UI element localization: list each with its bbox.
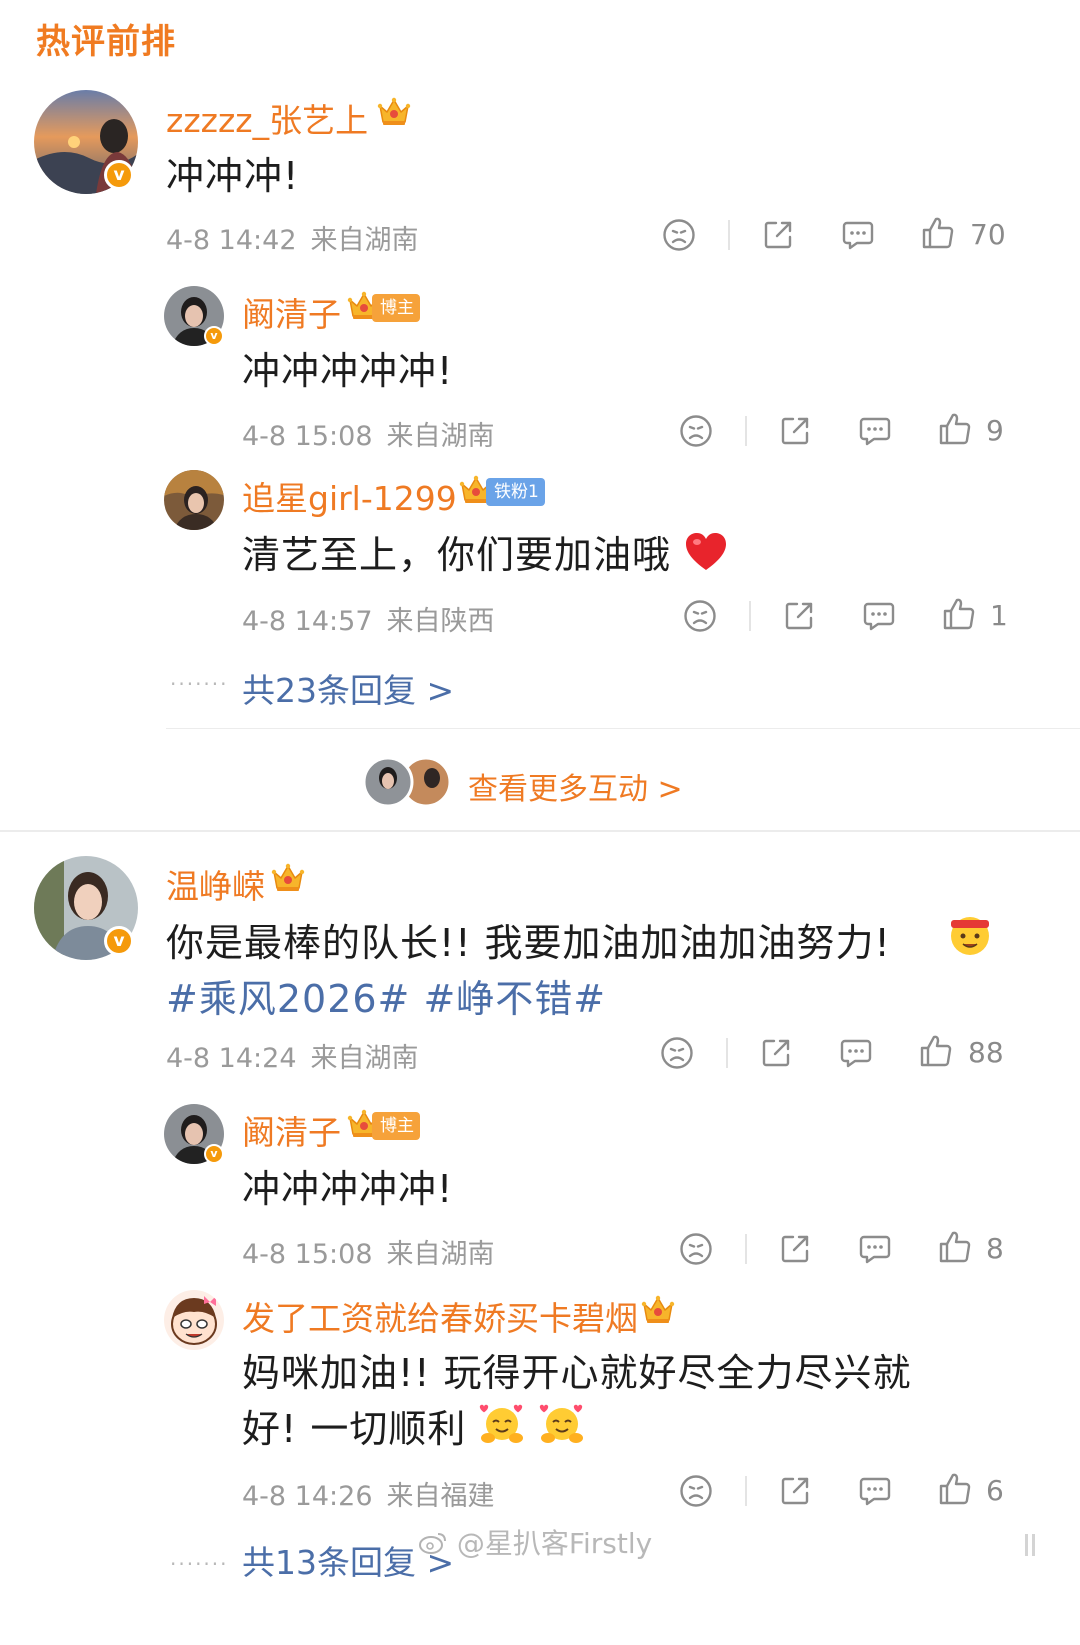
username[interactable]: 阚清子	[242, 288, 341, 336]
dots-separator: ·······	[170, 672, 229, 696]
dots-separator: ·······	[170, 1552, 229, 1576]
sad-face-icon[interactable]	[659, 1035, 695, 1071]
like-count: 1	[990, 599, 1008, 632]
blogger-badge: 博主	[372, 1112, 420, 1140]
comment-icon[interactable]	[840, 217, 876, 253]
weibo-logo-icon	[419, 1533, 446, 1554]
comment-location: 来自福建	[386, 1481, 495, 1512]
watermark: @星扒客Firstly	[418, 1522, 652, 1562]
like-count: 8	[986, 1232, 1004, 1265]
like-count: 70	[970, 218, 1006, 251]
comment-text: 冲冲冲冲冲!	[242, 1167, 454, 1211]
comment-time: 4-8 15:08	[242, 1239, 373, 1270]
red-heart-icon	[686, 533, 727, 570]
comment-text-line2: 好! 一切顺利	[242, 1398, 585, 1453]
comment-meta: 4-8 14:24 来自湖南	[166, 1036, 419, 1075]
comment-location: 来自陕西	[386, 606, 495, 637]
divider	[728, 220, 730, 250]
divider	[749, 601, 751, 631]
comment-time: 4-8 14:42	[166, 225, 297, 256]
divider	[745, 1234, 747, 1264]
like-count: 6	[986, 1474, 1004, 1507]
share-icon[interactable]	[777, 413, 813, 449]
comment-time: 4-8 15:08	[242, 421, 373, 452]
sad-face-icon[interactable]	[678, 1473, 714, 1509]
crown-icon	[376, 96, 412, 128]
comment-meta: 4-8 14:26 来自福建	[242, 1474, 495, 1513]
comment-text: 冲冲冲!	[166, 154, 300, 198]
comment-meta: 4-8 15:08 来自湖南	[242, 414, 495, 453]
share-icon[interactable]	[758, 1035, 794, 1071]
view-replies-link[interactable]: 共23条回复 >	[242, 664, 454, 712]
username[interactable]: 阚清子	[242, 1106, 341, 1154]
like-icon[interactable]	[937, 411, 973, 447]
divider	[166, 728, 1080, 729]
divider	[726, 1038, 728, 1068]
section-divider	[0, 830, 1080, 832]
comment-meta: 4-8 14:42 来自湖南	[166, 218, 419, 257]
hug-emoji-icon	[480, 1404, 524, 1443]
username[interactable]: 追星girl-1299	[242, 472, 457, 520]
comment-text: 冲冲冲冲冲!	[242, 349, 454, 393]
share-icon[interactable]	[777, 1231, 813, 1267]
verified-badge-icon: v	[204, 1144, 224, 1164]
like-icon[interactable]	[941, 596, 977, 632]
view-more-interactions-link[interactable]: 查看更多互动 >	[468, 764, 683, 808]
comment-text: 妈咪加油!! 玩得开心就好尽全力尽兴就	[242, 1351, 912, 1395]
comment-icon[interactable]	[857, 413, 893, 449]
blogger-badge: 博主	[372, 294, 420, 322]
comment-time: 4-8 14:26	[242, 1481, 373, 1512]
avatar[interactable]	[164, 1290, 224, 1350]
like-count: 9	[986, 414, 1004, 447]
comment-time: 4-8 14:57	[242, 606, 373, 637]
like-icon[interactable]	[918, 1033, 954, 1069]
like-icon[interactable]	[937, 1229, 973, 1265]
comment-meta: 4-8 14:57 来自陕西	[242, 599, 495, 638]
divider	[745, 1476, 747, 1506]
crown-icon	[270, 862, 306, 894]
sad-face-icon[interactable]	[661, 217, 697, 253]
comment-location: 来自湖南	[386, 1239, 495, 1270]
divider	[745, 416, 747, 446]
comment-time: 4-8 14:24	[166, 1043, 297, 1074]
verified-badge-icon: v	[204, 326, 224, 346]
comment-location: 来自湖南	[310, 225, 419, 256]
like-icon[interactable]	[937, 1471, 973, 1507]
username[interactable]: 温峥嵘	[166, 860, 265, 908]
interaction-avatars[interactable]	[362, 756, 454, 808]
comment-icon[interactable]	[857, 1231, 893, 1267]
share-icon[interactable]	[760, 217, 796, 253]
comment-meta: 4-8 15:08 来自湖南	[242, 1232, 495, 1271]
comment-text: 清艺至上，你们要加油哦	[242, 524, 728, 579]
fan-level-badge: 铁粉1	[486, 478, 545, 506]
share-icon[interactable]	[781, 598, 817, 634]
hashtags[interactable]: #乘风2026# #峥不错#	[166, 968, 606, 1023]
verified-badge-icon: v	[104, 926, 134, 956]
username[interactable]: zzzzz_张艺上	[166, 94, 368, 142]
sad-face-icon[interactable]	[682, 598, 718, 634]
share-icon[interactable]	[777, 1473, 813, 1509]
section-title: 热评前排	[36, 22, 176, 62]
comment-icon[interactable]	[857, 1473, 893, 1509]
like-icon[interactable]	[920, 215, 956, 251]
sad-face-icon[interactable]	[678, 413, 714, 449]
like-count: 88	[968, 1036, 1004, 1069]
comment-text: 你是最棒的队长!! 我要加油加油加油努力!	[166, 921, 891, 965]
verified-badge-icon: v	[104, 160, 134, 190]
fighting-emoji-icon	[951, 917, 989, 955]
username[interactable]: 发了工资就给春娇买卡碧烟	[242, 1292, 638, 1340]
comment-location: 来自湖南	[386, 421, 495, 452]
scroll-indicator	[1024, 1532, 1038, 1558]
avatar[interactable]	[164, 470, 224, 530]
comment-location: 来自湖南	[310, 1043, 419, 1074]
comment-icon[interactable]	[838, 1035, 874, 1071]
hug-emoji-icon	[539, 1404, 583, 1443]
comment-icon[interactable]	[861, 598, 897, 634]
sad-face-icon[interactable]	[678, 1231, 714, 1267]
crown-icon	[640, 1294, 676, 1326]
